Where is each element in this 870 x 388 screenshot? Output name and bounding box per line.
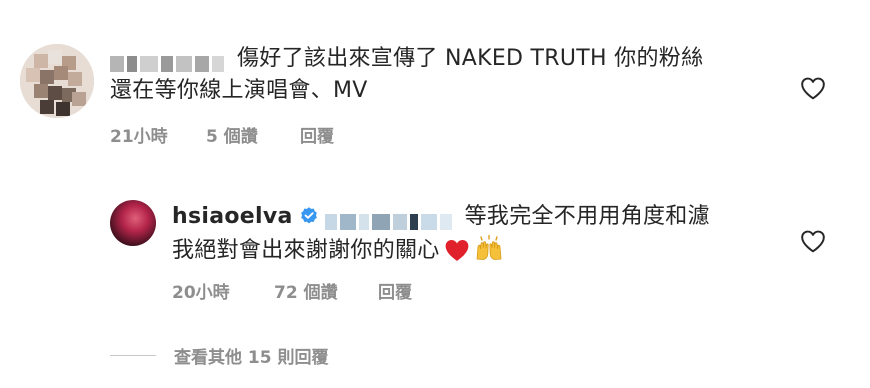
comment-text-continued: 還在等你線上演唱會、MV	[110, 78, 368, 103]
reply-text: 等我完全不用用角度和濾	[464, 204, 710, 229]
reply-username[interactable]: hsiaoelva	[172, 204, 293, 229]
comment-text-line-2: 還在等你線上演唱會、MV	[110, 76, 368, 106]
divider-line	[110, 355, 156, 356]
comment-reply-button[interactable]: 回覆	[300, 122, 334, 147]
heart-outline-icon[interactable]	[800, 76, 826, 100]
redacted-username[interactable]	[110, 49, 227, 72]
comment-time: 21小時	[110, 127, 168, 147]
view-more-replies-label: 查看其他 15 則回覆	[174, 348, 329, 368]
reply-text-continued: 我絕對會出來謝謝你的關心	[172, 238, 440, 263]
red-heart-emoji-icon	[445, 240, 468, 261]
reply-text-line-1: hsiaoelva 等我完全不用用角度和濾	[172, 202, 710, 232]
comment-text: 傷好了該出來宣傳了 NAKED TRUTH 你的粉絲	[237, 46, 704, 71]
reply-time: 20小時	[172, 283, 230, 303]
reply-text-line-2: 我絕對會出來謝謝你的關心	[172, 234, 504, 266]
redacted-mention[interactable]	[324, 207, 455, 230]
reply-like-count[interactable]: 72 個讚	[274, 278, 338, 303]
verified-badge-icon	[300, 207, 317, 224]
comment-like-count[interactable]: 5 個讚	[206, 122, 258, 147]
comment-text-line-1: 傷好了該出來宣傳了 NAKED TRUTH 你的粉絲	[110, 44, 703, 74]
raised-hands-emoji-icon	[476, 234, 502, 260]
commenter-avatar[interactable]	[20, 44, 94, 118]
heart-outline-icon[interactable]	[800, 229, 826, 253]
view-more-replies-button[interactable]: 查看其他 15 則回覆	[110, 343, 329, 368]
reply-avatar[interactable]	[110, 200, 156, 246]
reply-reply-button[interactable]: 回覆	[378, 278, 412, 303]
